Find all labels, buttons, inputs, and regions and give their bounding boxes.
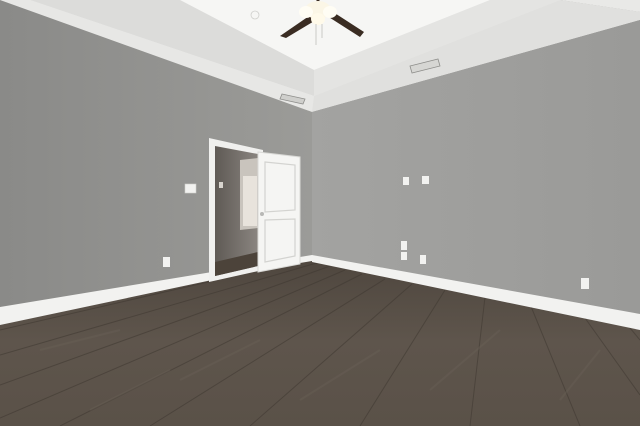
door-knob[interactable]	[260, 212, 264, 216]
electrical-outlet	[163, 257, 170, 267]
electrical-outlet	[581, 278, 589, 289]
light-switch[interactable]	[184, 183, 197, 194]
light-switch[interactable]	[403, 177, 409, 185]
room-photo	[0, 0, 640, 426]
electrical-outlet	[420, 255, 426, 264]
smoke-detector	[250, 10, 260, 20]
light-switch[interactable]	[422, 176, 429, 184]
interior-door[interactable]	[257, 151, 301, 273]
room-illustration	[0, 0, 640, 426]
electrical-outlet	[401, 241, 407, 250]
open-doorway	[209, 138, 263, 282]
electrical-outlet	[401, 252, 407, 260]
